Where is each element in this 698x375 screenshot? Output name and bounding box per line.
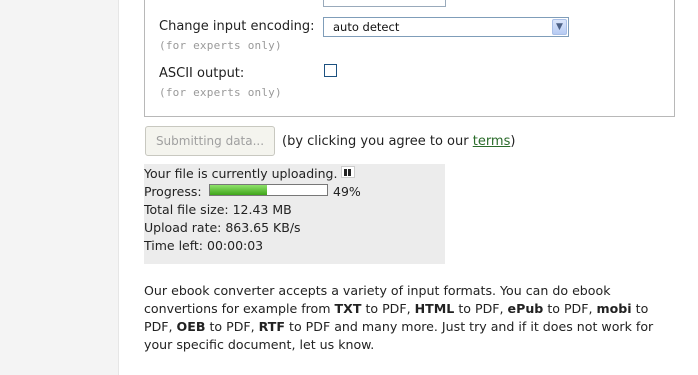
format-txt: TXT (334, 301, 362, 316)
chevron-down-icon[interactable]: ▼ (552, 19, 567, 35)
progress-bar-fill (210, 185, 268, 195)
agree-prefix: (by clicking you agree to our (282, 134, 473, 149)
previous-option-input[interactable] (323, 0, 446, 7)
desc-text: to PDF, (205, 319, 259, 334)
total-file-size: Total file size: 12.43 MB (144, 202, 292, 217)
format-oeb: OEB (176, 319, 206, 334)
left-sidebar-gutter (0, 0, 119, 375)
format-epub: ePub (507, 301, 544, 316)
upload-status-panel: Your file is currently uploading. Progre… (144, 164, 445, 264)
ascii-hint: (for experts only) (159, 86, 282, 99)
ascii-output-checkbox[interactable] (324, 64, 337, 77)
upload-rate: Upload rate: 863.65 KB/s (144, 220, 301, 235)
upload-status-text: Your file is currently uploading. (144, 166, 338, 181)
desc-text: to PDF, (361, 301, 415, 316)
encoding-select[interactable]: auto detect ▼ (323, 17, 569, 37)
format-rtf: RTF (258, 319, 285, 334)
desc-text: to PDF, (543, 301, 597, 316)
pause-icon[interactable] (341, 166, 355, 178)
time-left: Time left: 00:00:03 (144, 238, 264, 253)
advanced-options-panel: Change input encoding: (for experts only… (144, 0, 675, 117)
encoding-hint: (for experts only) (159, 39, 282, 52)
encoding-label: Change input encoding: (159, 19, 315, 34)
progress-percent: 49% (333, 184, 361, 199)
terms-link[interactable]: terms (473, 134, 511, 149)
format-html: HTML (414, 301, 455, 316)
agree-suffix: ) (510, 134, 516, 149)
terms-agreement: (by clicking you agree to our terms) (282, 134, 515, 149)
progress-bar (209, 184, 328, 196)
ascii-label: ASCII output: (159, 66, 245, 81)
format-mobi: mobi (596, 301, 632, 316)
progress-label: Progress: (144, 184, 202, 199)
submit-button[interactable]: Submitting data... (145, 126, 275, 156)
desc-text: to PDF, (454, 301, 508, 316)
converter-description: Our ebook converter accepts a variety of… (144, 282, 664, 354)
encoding-selected-value: auto detect (333, 20, 400, 34)
